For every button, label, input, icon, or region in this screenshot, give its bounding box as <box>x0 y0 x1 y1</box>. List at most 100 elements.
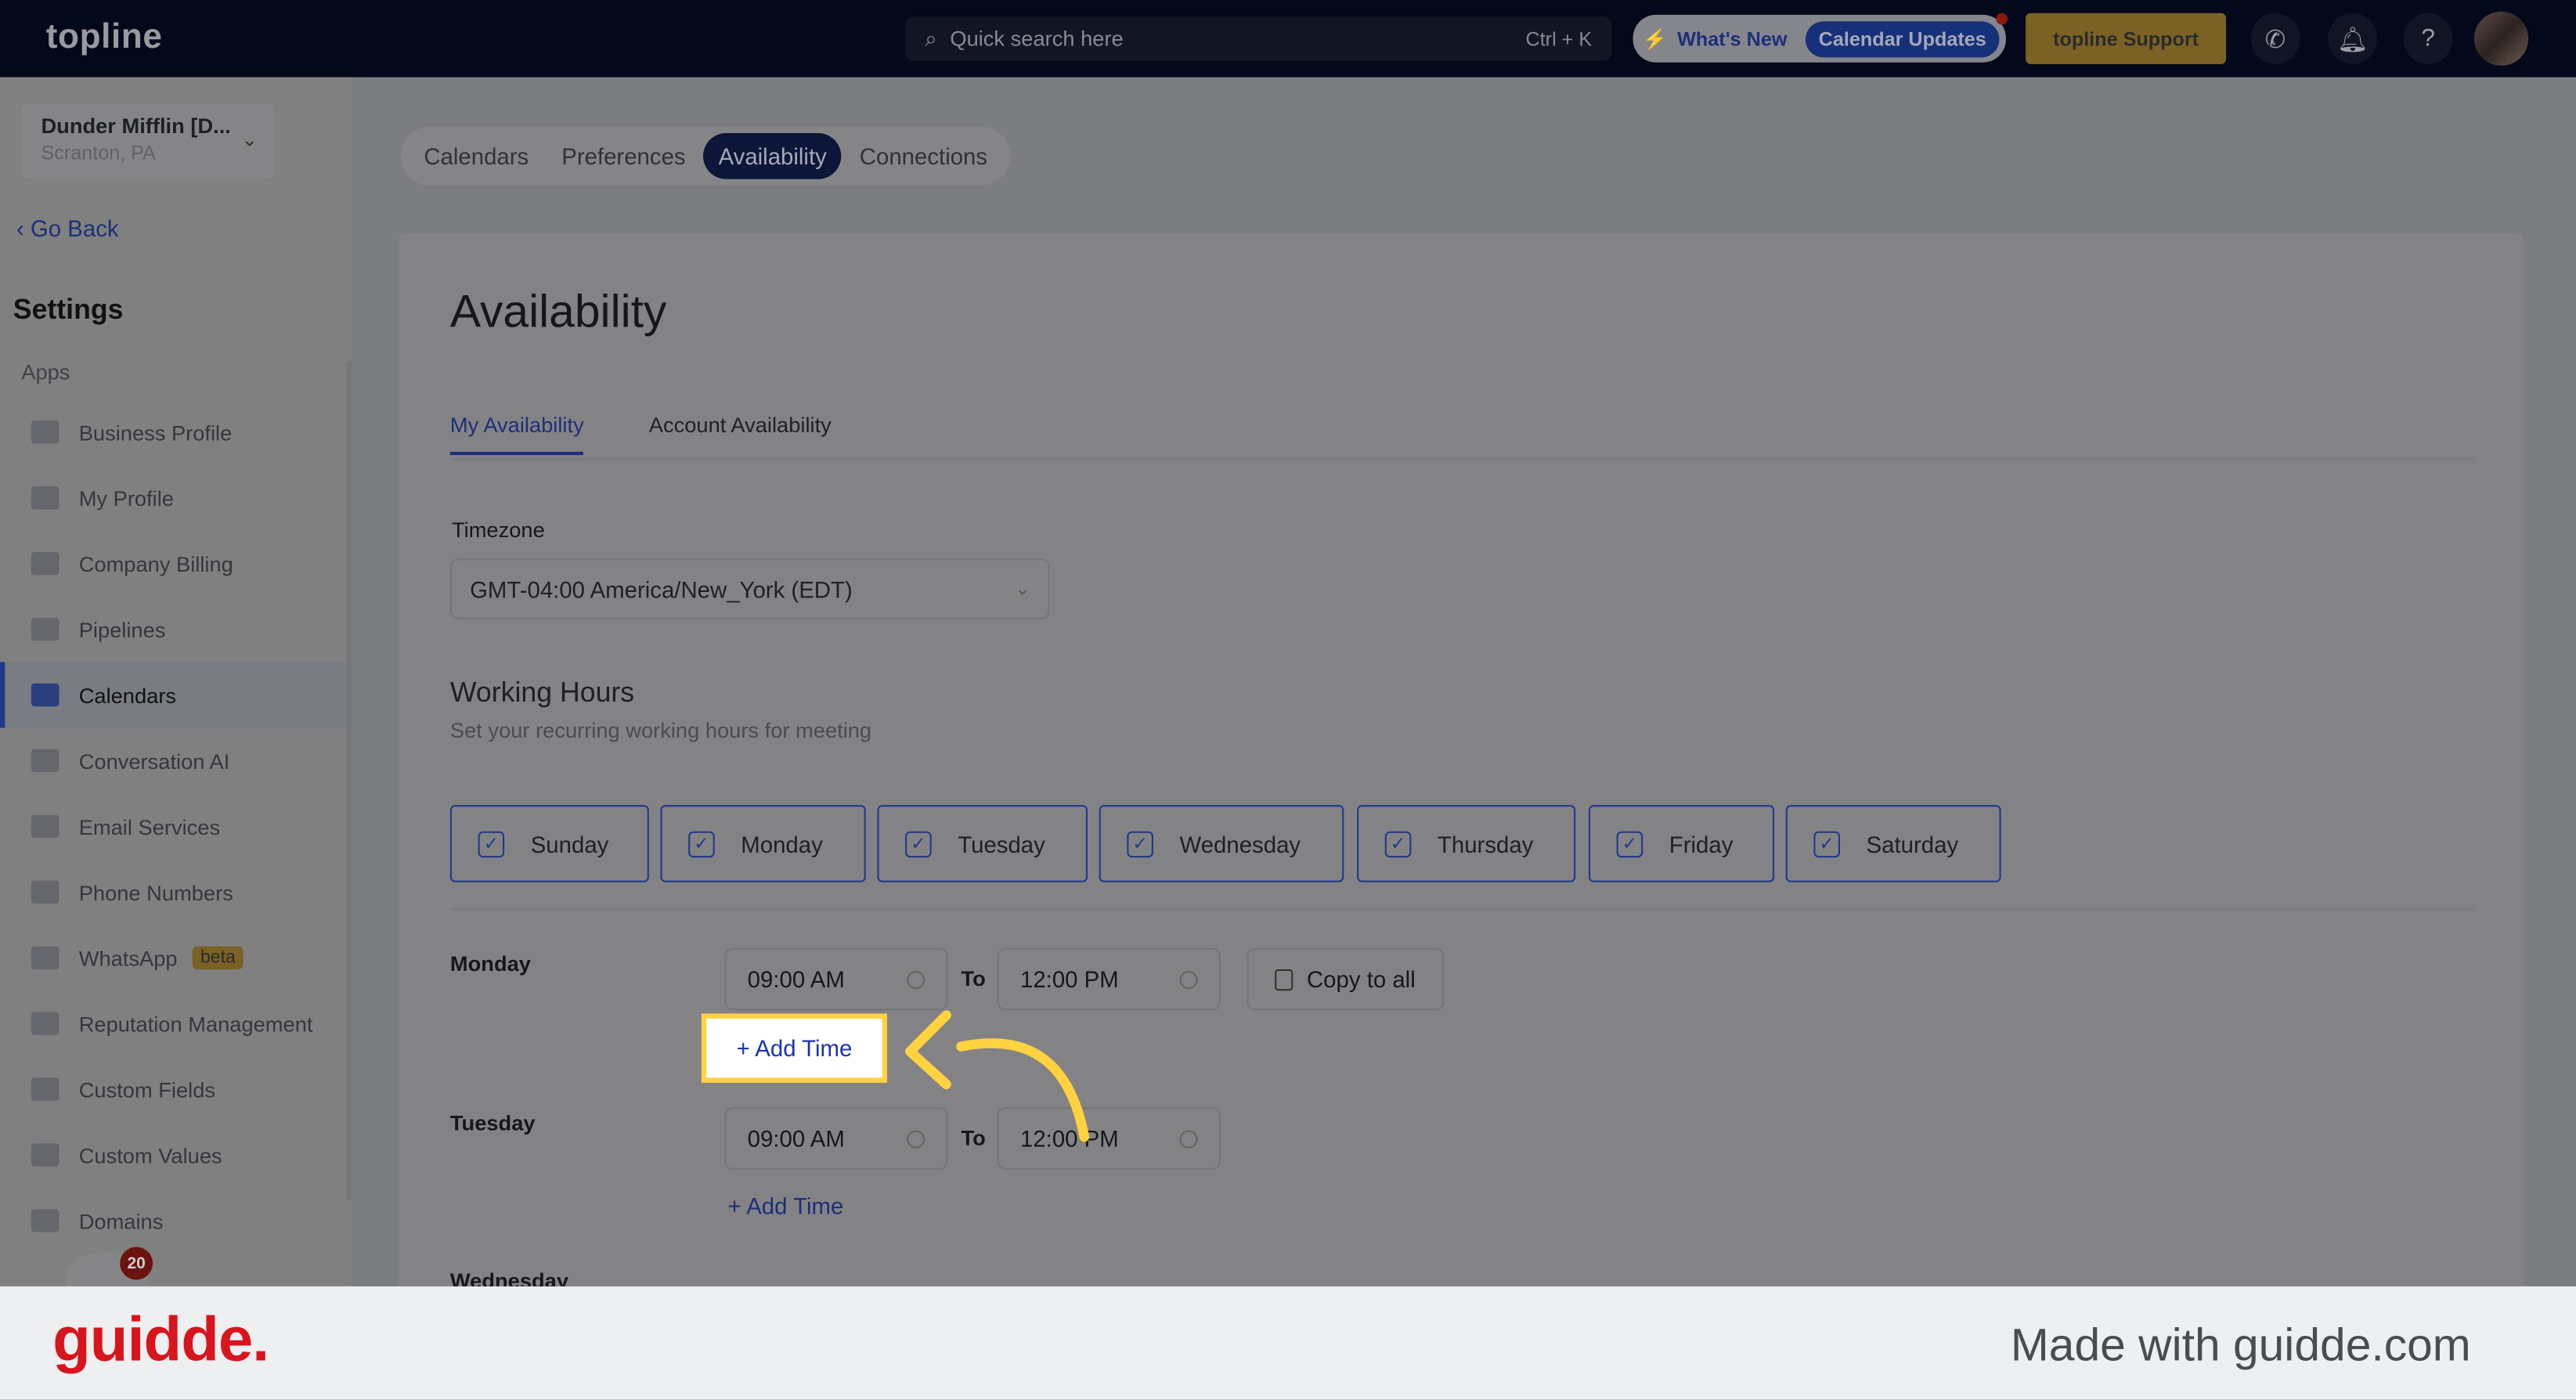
logo: topline <box>45 18 163 56</box>
tab-account-availability[interactable]: Account Availability <box>649 413 832 437</box>
day-toggle-monday[interactable]: ✓ Monday <box>660 805 866 882</box>
star-icon <box>31 1012 60 1035</box>
whats-new-button[interactable]: ⚡ What's New Calendar Updates <box>1633 14 2006 63</box>
calendar-updates-badge[interactable]: Calendar Updates <box>1805 20 2000 57</box>
timezone-label: Timezone <box>452 517 545 543</box>
top-tabs: Calendars Preferences Availability Connecti… <box>400 126 1011 186</box>
chat-icon <box>31 749 60 773</box>
day-toggle-tuesday[interactable]: ✓ Tuesday <box>877 805 1088 882</box>
email-icon <box>31 814 60 839</box>
day-toggle-thursday[interactable]: ✓ Thursday <box>1357 805 1576 882</box>
bell-icon[interactable]: 🔔︎ <box>2328 13 2378 64</box>
account-location: Scranton, PA <box>41 141 156 164</box>
sidebar-item-label: Domains <box>78 1208 164 1233</box>
day-label-monday: Monday <box>449 951 531 976</box>
day-toggle-saturday[interactable]: ✓ Saturday <box>1785 805 2001 882</box>
calendar-icon <box>31 683 60 707</box>
working-hours-heading: Working Hours <box>449 677 635 709</box>
chevron-down-icon: ⌄ <box>1015 579 1030 600</box>
sidebar-item-label: Pipelines <box>78 616 166 642</box>
sidebar-item-company-billing[interactable]: Company Billing <box>0 531 352 597</box>
time-value: 09:00 AM <box>747 965 845 993</box>
go-back-label: Go Back <box>30 215 119 242</box>
sidebar-item-label: Phone Numbers <box>78 879 233 905</box>
checkbox-checked-icon[interactable]: ✓ <box>1127 830 1153 857</box>
sidebar-item-custom-fields[interactable]: Custom Fields <box>0 1056 352 1122</box>
pie-icon <box>31 1143 60 1167</box>
sidebar-item-domains[interactable]: Domains <box>0 1188 352 1254</box>
megaphone-icon: ⚡ <box>1643 27 1668 50</box>
divider <box>449 458 2474 460</box>
tab-preferences[interactable]: Preferences <box>547 133 700 179</box>
sidebar-item-label: Custom Fields <box>78 1077 216 1102</box>
sidebar-item-email-services[interactable]: Email Services <box>0 793 352 859</box>
add-time-button-monday[interactable]: + Add Time <box>701 1013 888 1083</box>
help-icon[interactable]: ? <box>2403 13 2453 64</box>
user-icon <box>31 486 60 510</box>
sidebar-item-phone-numbers[interactable]: Phone Numbers <box>0 859 352 925</box>
checkbox-checked-icon[interactable]: ✓ <box>905 830 932 857</box>
sidebar-item-label: Email Services <box>78 814 221 839</box>
checkbox-checked-icon[interactable]: ✓ <box>1384 830 1412 857</box>
to-label: To <box>961 965 986 991</box>
checkbox-checked-icon[interactable]: ✓ <box>688 830 715 857</box>
notification-count: 20 <box>120 1247 153 1280</box>
search-input[interactable]: ⌕ Quick search here Ctrl + K <box>905 16 1612 61</box>
avatar[interactable] <box>2473 11 2529 66</box>
checkbox-checked-icon[interactable]: ✓ <box>478 830 505 857</box>
go-back-link[interactable]: ‹ Go Back <box>16 215 119 242</box>
beta-badge: beta <box>192 946 244 969</box>
monday-start-time[interactable]: 09:00 AM <box>724 947 948 1011</box>
sidebar-scrollbar[interactable] <box>346 361 352 1200</box>
day-label: Thursday <box>1437 830 1534 857</box>
tab-availability[interactable]: Availability <box>703 132 842 179</box>
day-toggle-wednesday[interactable]: ✓ Wednesday <box>1099 805 1344 882</box>
account-switcher[interactable]: Dunder Mifflin [D... Scranton, PA ⌄ <box>21 103 275 179</box>
phone-icon[interactable]: ✆ <box>2250 13 2300 64</box>
search-placeholder: Quick search here <box>950 26 1124 52</box>
tab-connections[interactable]: Connections <box>845 133 1002 179</box>
sidebar-item-my-profile[interactable]: My Profile <box>0 465 352 531</box>
copy-to-all-button[interactable]: Copy to all <box>1247 947 1445 1011</box>
sidebar-item-label: Conversation AI <box>78 748 230 774</box>
add-time-button-tuesday[interactable]: + Add Time <box>728 1193 844 1219</box>
briefcase-icon <box>31 420 60 444</box>
chevron-down-icon: ⌄ <box>241 128 258 152</box>
sidebar-item-label: Calendars <box>78 682 177 708</box>
sidebar-item-conversation-ai[interactable]: Conversation AI <box>0 728 352 794</box>
sidebar-item-label: Company Billing <box>78 550 233 576</box>
clock-icon <box>1179 969 1198 989</box>
tab-calendars[interactable]: Calendars <box>409 133 543 179</box>
whatsapp-icon <box>31 946 60 969</box>
sidebar-item-calendars[interactable]: Calendars <box>0 662 352 728</box>
sidebar-nav: Business Profile My Profile Company Billin… <box>0 399 352 1254</box>
timezone-select[interactable]: GMT-04:00 America/New_York (EDT) ⌄ <box>449 558 1050 620</box>
day-toggle-sunday[interactable]: ✓ Sunday <box>449 805 649 882</box>
day-label: Sunday <box>530 830 609 857</box>
sidebar-item-pipelines[interactable]: Pipelines <box>0 597 352 662</box>
monday-end-time[interactable]: 12:00 PM <box>997 947 1221 1011</box>
search-shortcut: Ctrl + K <box>1525 27 1593 50</box>
billing-icon <box>31 551 60 576</box>
phone-icon <box>31 880 60 904</box>
sidebar-item-business-profile[interactable]: Business Profile <box>0 399 352 465</box>
sidebar-item-whatsapp[interactable]: WhatsApp beta <box>0 925 352 990</box>
sidebar-item-custom-values[interactable]: Custom Values <box>0 1122 352 1188</box>
top-bar: topline ⌕ Quick search here Ctrl + K ⚡ What… <box>0 0 2576 78</box>
sidebar-item-reputation-management[interactable]: Reputation Management <box>0 990 352 1056</box>
tab-my-availability[interactable]: My Availability <box>449 413 584 456</box>
support-button[interactable]: topline Support <box>2026 13 2227 64</box>
day-toggle-friday[interactable]: ✓ Friday <box>1588 805 1775 882</box>
clock-icon <box>1179 1129 1198 1148</box>
checkbox-checked-icon[interactable]: ✓ <box>1616 830 1643 857</box>
whats-new-label: What's New <box>1677 27 1788 50</box>
checkbox-checked-icon[interactable]: ✓ <box>1813 830 1840 857</box>
copy-label: Copy to all <box>1306 965 1416 993</box>
sidebar-item-label: My Profile <box>78 485 174 511</box>
day-label: Saturday <box>1866 830 1959 857</box>
sidebar: Dunder Mifflin [D... Scranton, PA ⌄ ‹ Go B… <box>0 77 352 1286</box>
day-label: Monday <box>741 830 823 857</box>
settings-heading: Settings <box>13 294 124 326</box>
guidde-logo: guidde. <box>52 1306 269 1376</box>
sidebar-item-label: Reputation Management <box>78 1011 313 1036</box>
